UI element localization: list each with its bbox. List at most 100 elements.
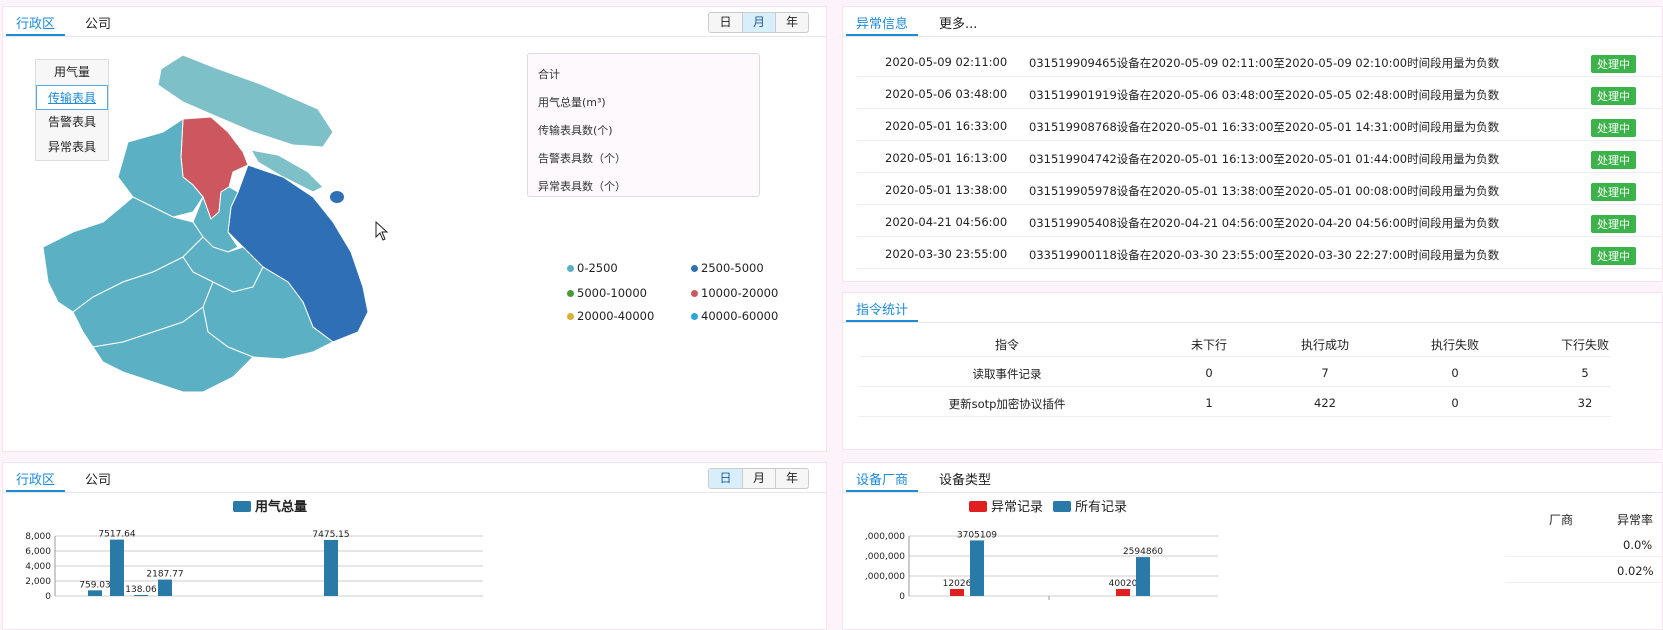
alarm-message: 031519905408设备在2020-04-21 04:56:00至2020-… [1029, 216, 1500, 230]
more-link[interactable]: 更多... [939, 13, 977, 36]
bar-data-label: 2594860 [1123, 547, 1163, 557]
alarm-time: 2020-05-06 03:48:00 [885, 87, 1008, 101]
legend-swatch [969, 501, 987, 512]
bar-data-label: 40020 [1109, 579, 1138, 589]
tab-company[interactable]: 公司 [85, 469, 111, 492]
legend-item[interactable]: 0-2500 [567, 261, 618, 275]
status-badge[interactable]: 处理中 [1591, 215, 1636, 233]
cmd-cell: 7 [1321, 366, 1329, 380]
cmd-cell: 0 [1451, 396, 1459, 410]
legend-swatch [1053, 501, 1071, 512]
layer-gas-usage[interactable]: 用气量 [36, 60, 108, 85]
status-badge[interactable]: 处理中 [1591, 119, 1636, 137]
usage-panel: 行政区 公司 日 月 年 用气总量 8,000 6,000 4,000 2,000 0 75… [2, 462, 827, 630]
range-day[interactable]: 日 [709, 469, 742, 488]
usage-range-toggle: 日 月 年 [708, 468, 809, 489]
bar [950, 589, 964, 596]
vendor-cell: 0.02% [1617, 564, 1654, 578]
list-item[interactable]: 2020-05-09 02:11:00 031519909465设备在2020-0… [857, 47, 1663, 77]
vendor-table: 厂商 异常率 0.0% 0.02% [1505, 503, 1663, 583]
tab-cmd-stats[interactable]: 指令统计 [846, 299, 919, 322]
bar-data-label: 2187.77 [146, 570, 183, 580]
tab-company[interactable]: 公司 [85, 13, 111, 36]
cmd-header: 未下行 [1190, 338, 1228, 352]
bar [88, 590, 102, 596]
bar-data-label: 12026 [943, 579, 972, 589]
status-badge[interactable]: 处理中 [1591, 151, 1636, 169]
alarm-message: 031519908768设备在2020-05-01 16:33:00至2020-… [1029, 120, 1500, 134]
legend-label: 0-2500 [577, 261, 618, 275]
legend-item[interactable]: 10000-20000 [691, 286, 778, 300]
y-tick-label: 2,000 [25, 577, 51, 587]
vendor-col-header: 异常率 [1617, 513, 1654, 527]
table-row[interactable]: 更新sotp加密协议插件 1 422 0 32 [859, 387, 1611, 417]
cmd-cell: 1 [1205, 396, 1213, 410]
legend-item[interactable]: 20000-40000 [567, 309, 654, 323]
summary-total-label: 合计 [538, 68, 560, 81]
status-badge[interactable]: 处理中 [1591, 87, 1636, 105]
summary-transmit-label: 传输表具数(个) [538, 124, 613, 137]
cmd-header: 执行失败 [1430, 338, 1480, 352]
alarm-message: 031519905978设备在2020-05-01 13:38:00至2020-… [1029, 184, 1500, 198]
cmd-cell: 0 [1451, 366, 1459, 380]
status-badge[interactable]: 处理中 [1591, 247, 1636, 265]
alarm-message: 033519900118设备在2020-03-30 23:55:00至2020-… [1029, 248, 1500, 262]
legend-item[interactable]: 2500-5000 [691, 261, 764, 275]
bar-data-label: 3705109 [957, 530, 997, 540]
tab-district[interactable]: 行政区 [6, 13, 66, 36]
map-tabbar: 行政区 公司 [3, 7, 826, 37]
bar [110, 539, 124, 596]
range-month[interactable]: 月 [742, 13, 775, 32]
cmd-cell: 32 [1577, 396, 1593, 410]
legend-label: 2500-5000 [701, 261, 764, 275]
legend-label: 10000-20000 [701, 286, 779, 300]
layer-abnormal-meters[interactable]: 异常表具 [36, 135, 108, 160]
legend-dot-icon [567, 312, 574, 320]
list-item[interactable]: 2020-03-30 23:55:00 033519900118设备在2020-0… [857, 239, 1663, 269]
y-tick-label: ,000,000 [865, 532, 905, 542]
legend-dot-icon [567, 264, 574, 272]
y-tick-label: ,000,000 [865, 552, 905, 562]
list-item[interactable]: 2020-05-01 16:13:00 031519904742设备在2020-0… [857, 143, 1663, 173]
cmd-tabbar: 指令统计 [843, 293, 1662, 323]
range-day[interactable]: 日 [709, 13, 742, 32]
legend-item[interactable]: 40000-60000 [691, 309, 778, 323]
vendor-tabbar: 设备厂商 设备类型 [843, 463, 1662, 493]
cmd-cell: 5 [1581, 366, 1589, 380]
table-row[interactable]: 读取事件记录 0 7 0 5 [859, 357, 1611, 387]
list-item[interactable]: 2020-05-06 03:48:00 031519901919设备在2020-0… [857, 79, 1663, 109]
table-row[interactable]: 0.02% [1505, 557, 1663, 583]
cmd-header-row: 指令 未下行 执行成功 执行失败 下行失败 [859, 327, 1611, 357]
status-badge[interactable]: 处理中 [1591, 55, 1636, 73]
table-row[interactable]: 0.0% [1505, 531, 1663, 557]
alarm-panel: 异常信息 更多... 2020-05-09 02:11:00 0315199094… [842, 6, 1663, 282]
legend-item[interactable]: 5000-10000 [567, 286, 647, 300]
legend-swatch [233, 501, 251, 512]
range-year[interactable]: 年 [775, 469, 808, 488]
list-item[interactable]: 2020-05-01 13:38:00 031519905978设备在2020-0… [857, 175, 1663, 205]
layer-transmit-meters[interactable]: 传输表具 [36, 85, 108, 110]
tab-abnormal-info[interactable]: 异常信息 [846, 13, 919, 36]
cmd-cell: 读取事件记录 [972, 367, 1042, 381]
status-badge[interactable]: 处理中 [1591, 183, 1636, 201]
tab-device-type[interactable]: 设备类型 [939, 469, 991, 492]
alarm-message: 031519904742设备在2020-05-01 16:13:00至2020-… [1029, 152, 1500, 166]
bar-data-label: 7517.64 [98, 530, 135, 540]
layer-switcher: 用气量 传输表具 告警表具 异常表具 [35, 59, 109, 161]
bar [158, 579, 172, 596]
summary-abnormal-label: 异常表具数（个） [538, 180, 626, 193]
list-item[interactable]: 2020-05-01 16:33:00 031519908768设备在2020-0… [857, 111, 1663, 141]
tab-district[interactable]: 行政区 [6, 469, 66, 492]
legend-label: 所有记录 [1075, 500, 1127, 515]
legend-label: 异常记录 [991, 500, 1043, 515]
range-month[interactable]: 月 [742, 469, 775, 488]
cmd-header: 下行失败 [1560, 338, 1610, 352]
legend-label: 20000-40000 [577, 309, 655, 323]
list-item[interactable]: 2020-04-21 04:56:00 031519905408设备在2020-0… [857, 207, 1663, 237]
map-region-hengsha[interactable] [330, 191, 344, 203]
alarm-message: 031519909465设备在2020-05-09 02:11:00至2020-… [1029, 56, 1500, 70]
tab-vendor[interactable]: 设备厂商 [846, 469, 919, 492]
range-year[interactable]: 年 [775, 13, 808, 32]
alarm-time: 2020-05-09 02:11:00 [885, 55, 1008, 69]
layer-alarm-meters[interactable]: 告警表具 [36, 110, 108, 135]
